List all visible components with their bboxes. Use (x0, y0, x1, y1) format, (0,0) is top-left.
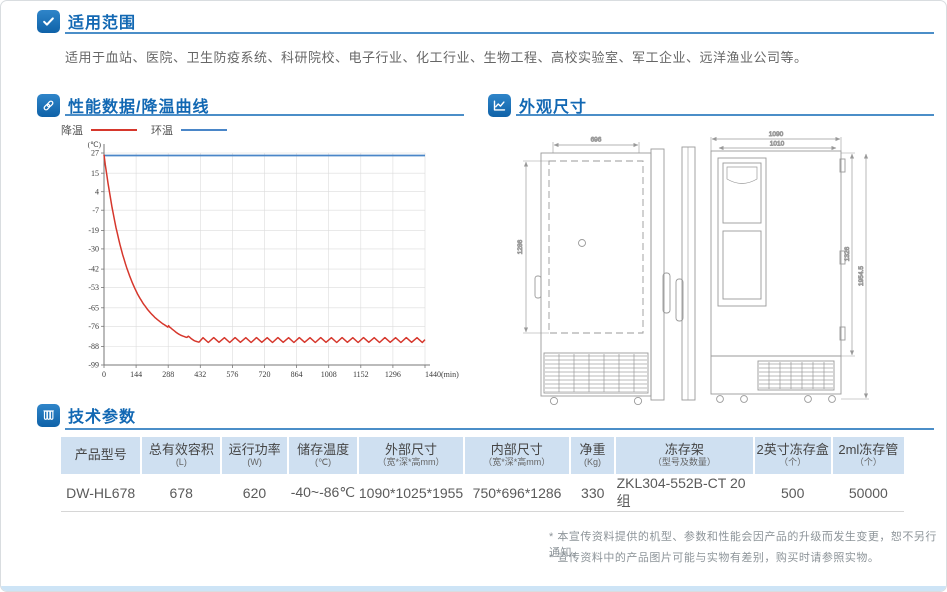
legend-item: 环温 (151, 122, 227, 138)
legend-swatch (181, 129, 227, 131)
col-header: 运行功率(W) (222, 437, 287, 474)
col-header: 净重(Kg) (571, 437, 615, 474)
col-header: 产品型号 (61, 437, 140, 474)
chart-legend: 降温 环温 (61, 122, 227, 138)
specs-underline (65, 428, 934, 430)
svg-text:0: 0 (102, 370, 106, 379)
legend-label: 环温 (151, 122, 173, 138)
performance-underline (65, 114, 464, 116)
svg-text:864: 864 (291, 370, 303, 379)
svg-text:576: 576 (226, 370, 238, 379)
legend-swatch (91, 129, 137, 131)
col-header: 2ml冻存管（个） (833, 437, 904, 474)
col-header: 内部尺寸（宽*深*高mm） (465, 437, 569, 474)
svg-text:-19: -19 (88, 226, 99, 235)
svg-text:27: 27 (91, 149, 99, 158)
freezer-side-view: 696 1286 (517, 137, 670, 405)
dimensions-underline (516, 114, 934, 116)
svg-text:1008: 1008 (321, 370, 337, 379)
cell-internal-size: 750*696*1286 (465, 474, 569, 511)
svg-text:1296: 1296 (385, 370, 401, 379)
brochure-page: 适用范围 适用于血站、医院、卫生防疫系统、科研院校、电子行业、化工行业、生物工程… (0, 0, 947, 592)
check-icon (37, 10, 60, 33)
col-header: 2英寸冻存盒（个） (755, 437, 831, 474)
col-header: 总有效容积(L) (142, 437, 220, 474)
cell-vials: 50000 (833, 474, 904, 511)
test-tubes-icon (37, 404, 60, 427)
cell-boxes: 500 (755, 474, 831, 511)
cell-temp-range: -40~-86℃ (289, 474, 357, 511)
svg-text:-42: -42 (88, 265, 99, 274)
legend-label: 降温 (61, 122, 83, 138)
cell-external-size: 1090*1025*1955 (359, 474, 463, 511)
freezer-dimension-drawings: 696 1286 (496, 131, 936, 413)
svg-text:-76: -76 (88, 322, 99, 331)
front-inner-height-dim: 1326 (844, 246, 851, 261)
link-icon (37, 94, 60, 117)
col-header: 外部尺寸（宽*深*高mm） (359, 437, 463, 474)
svg-text:-99: -99 (88, 361, 99, 370)
specs-title: 技术参数 (68, 403, 136, 427)
side-width-dim: 696 (591, 137, 602, 144)
spec-table: 产品型号 总有效容积(L) 运行功率(W) 储存温度(℃) 外部尺寸（宽*深*高… (61, 437, 904, 512)
cell-volume: 678 (142, 474, 220, 511)
cell-power: 620 (222, 474, 287, 511)
footnote-2: * 宣传资料中的产品图片可能与实物有差别，购买时请参照实物。 (549, 549, 879, 565)
svg-text:-30: -30 (88, 245, 99, 254)
svg-text:-7: -7 (92, 206, 99, 215)
svg-text:-65: -65 (88, 303, 99, 312)
svg-text:4: 4 (95, 187, 99, 196)
svg-text:1440(min): 1440(min) (425, 370, 459, 379)
section-specs-header: 技术参数 (37, 403, 136, 427)
col-header: 储存温度(℃) (289, 437, 357, 474)
svg-text:432: 432 (194, 370, 206, 379)
cooling-curve-chart: 27 15 4 -7 -19 -30 -42 -53 -65 -76 -88 -99 (℃) 0 144 28… (57, 137, 469, 393)
cell-racks: ZKL304-552B-CT 20组 (617, 474, 753, 511)
front-outer-height-dim: 1954.5 (858, 266, 865, 286)
cell-weight: 330 (571, 474, 615, 511)
scope-title: 适用范围 (68, 9, 136, 33)
col-header: 冻存架（型号及数量） (616, 437, 752, 474)
bottom-accent-bar (1, 586, 946, 591)
svg-text:(℃): (℃) (88, 140, 102, 149)
svg-text:15: 15 (91, 169, 99, 178)
line-chart-icon (488, 94, 511, 117)
svg-text:720: 720 (259, 370, 271, 379)
svg-text:288: 288 (162, 370, 174, 379)
legend-item: 降温 (61, 122, 137, 138)
freezer-front-view: 1090 1010 1326 1954.5 (676, 131, 869, 402)
svg-text:144: 144 (130, 370, 142, 379)
table-row: DW-HL678 678 620 -40~-86℃ 1090*1025*1955… (61, 474, 904, 512)
svg-text:1152: 1152 (353, 370, 369, 379)
section-scope-header: 适用范围 (37, 9, 136, 33)
spec-table-header: 产品型号 总有效容积(L) 运行功率(W) 储存温度(℃) 外部尺寸（宽*深*高… (61, 437, 904, 474)
front-inner-width-dim: 1010 (770, 141, 785, 148)
svg-text:-53: -53 (88, 283, 99, 292)
cell-model: DW-HL678 (61, 474, 140, 511)
svg-text:-88: -88 (88, 342, 99, 351)
side-height-dim: 1286 (517, 239, 524, 254)
scope-underline (65, 32, 934, 34)
scope-body-text: 适用于血站、医院、卫生防疫系统、科研院校、电子行业、化工行业、生物工程、高校实验… (65, 47, 915, 66)
front-outer-width-dim: 1090 (769, 131, 784, 138)
